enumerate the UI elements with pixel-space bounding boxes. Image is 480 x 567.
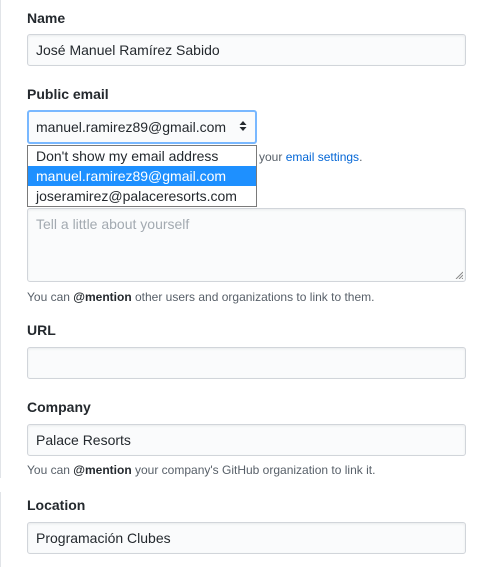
company-label: Company bbox=[27, 399, 91, 415]
bio-help-prefix: You can bbox=[27, 290, 70, 304]
email-settings-link[interactable]: email settings bbox=[286, 150, 359, 164]
public-email-note: your email settings. bbox=[259, 150, 362, 164]
company-help-suffix: your company's GitHub organization to li… bbox=[135, 463, 376, 477]
name-label: Name bbox=[27, 10, 66, 26]
company-input[interactable]: Palace Resorts bbox=[27, 424, 466, 456]
name-input[interactable]: José Manuel Ramírez Sabido bbox=[27, 34, 466, 66]
public-email-label: Public email bbox=[27, 86, 109, 102]
sidebar-divider bbox=[0, 0, 1, 478]
location-input[interactable]: Programación Clubes bbox=[27, 522, 466, 554]
email-option[interactable]: joseramirez@palaceresorts.com bbox=[28, 186, 256, 206]
bio-textarea[interactable]: Tell a little about yourself bbox=[27, 208, 466, 282]
url-input[interactable] bbox=[27, 347, 466, 379]
company-help-mention: @mention bbox=[73, 463, 132, 477]
public-email-select[interactable]: manuel.ramirez89@gmail.com bbox=[27, 110, 257, 144]
email-option[interactable]: Don't show my email address bbox=[28, 146, 256, 166]
up-down-caret-icon bbox=[239, 112, 247, 142]
email-note-prefix: your bbox=[259, 150, 283, 164]
email-note-suffix: . bbox=[359, 150, 363, 164]
public-email-selected-value: manuel.ramirez89@gmail.com bbox=[36, 119, 227, 135]
location-label: Location bbox=[27, 497, 86, 513]
resize-grip-icon[interactable] bbox=[455, 271, 463, 279]
company-help-prefix: You can bbox=[27, 463, 70, 477]
sidebar-divider bbox=[0, 492, 1, 567]
bio-help-suffix: other users and organizations to link to… bbox=[135, 290, 375, 304]
bio-help-mention: @mention bbox=[73, 290, 132, 304]
bio-help-text: You can @mention other users and organiz… bbox=[27, 290, 374, 304]
public-email-dropdown: Don't show my email address manuel.ramir… bbox=[27, 145, 257, 207]
company-help-text: You can @mention your company's GitHub o… bbox=[27, 463, 375, 477]
email-option-selected[interactable]: manuel.ramirez89@gmail.com bbox=[28, 166, 256, 186]
bio-placeholder: Tell a little about yourself bbox=[36, 216, 190, 232]
url-label: URL bbox=[27, 322, 56, 338]
